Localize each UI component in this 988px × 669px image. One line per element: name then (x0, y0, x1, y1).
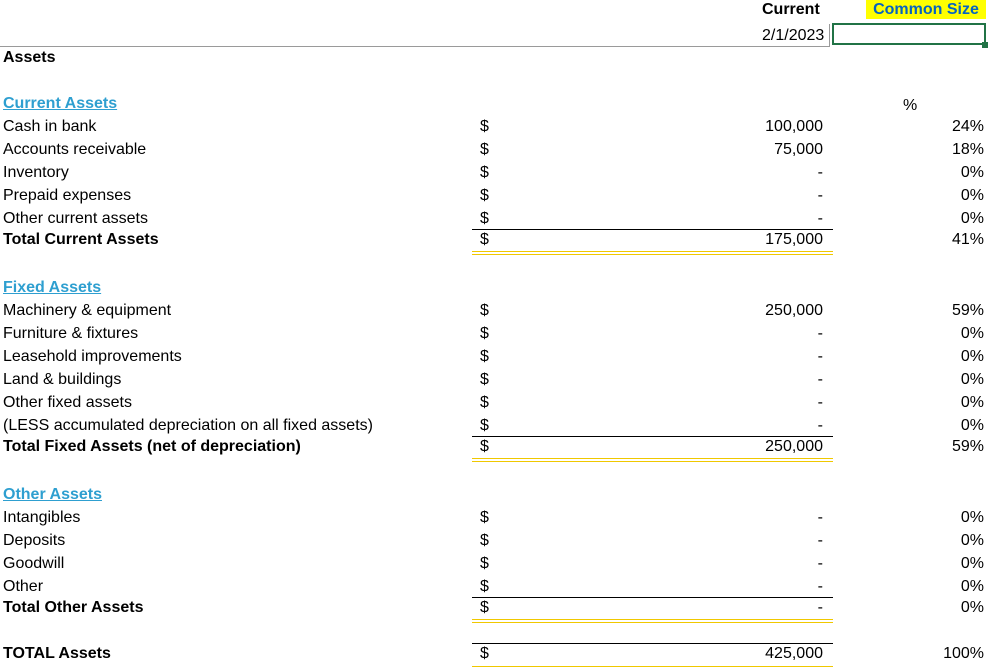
total-percent[interactable]: 59% (952, 437, 984, 457)
currency-symbol[interactable]: $ (480, 393, 489, 413)
row-amount[interactable]: - (818, 163, 823, 183)
grand-total-amount[interactable]: 425,000 (765, 644, 823, 664)
row-amount[interactable]: - (818, 370, 823, 390)
row-amount[interactable]: - (818, 554, 823, 574)
row-percent[interactable]: 0% (961, 416, 984, 436)
column-header-current[interactable]: Current (762, 0, 820, 20)
row-label[interactable]: Intangibles (3, 508, 80, 528)
currency-symbol[interactable]: $ (480, 209, 489, 229)
total-label[interactable]: Total Current Assets (3, 230, 159, 250)
total-top-rule (472, 229, 833, 230)
total-double-rule-2 (472, 622, 833, 623)
total-percent[interactable]: 0% (961, 598, 984, 618)
row-label[interactable]: Other (3, 577, 43, 597)
row-amount[interactable]: - (818, 186, 823, 206)
row-amount[interactable]: 75,000 (774, 140, 823, 160)
row-percent[interactable]: 59% (952, 301, 984, 321)
row-percent[interactable]: 0% (961, 370, 984, 390)
total-double-rule-2 (472, 254, 833, 255)
row-percent[interactable]: 0% (961, 393, 984, 413)
row-label[interactable]: Goodwill (3, 554, 64, 574)
cell-divider (829, 24, 830, 46)
currency-symbol[interactable]: $ (480, 301, 489, 321)
row-label[interactable]: Inventory (3, 163, 69, 183)
row-label[interactable]: Deposits (3, 531, 65, 551)
total-amount[interactable]: 175,000 (765, 230, 823, 250)
currency-symbol[interactable]: $ (480, 163, 489, 183)
total-amount[interactable]: - (818, 598, 823, 618)
row-label[interactable]: Furniture & fixtures (3, 324, 138, 344)
row-amount[interactable]: - (818, 577, 823, 597)
column-header-date[interactable]: 2/1/2023 (762, 26, 824, 46)
row-amount[interactable]: - (818, 324, 823, 344)
total-double-rule-1 (472, 619, 833, 620)
header-divider (0, 46, 830, 47)
row-amount[interactable]: - (818, 416, 823, 436)
row-percent[interactable]: 18% (952, 140, 984, 160)
row-label[interactable]: Land & buildings (3, 370, 121, 390)
row-amount[interactable]: 100,000 (765, 117, 823, 137)
row-label[interactable]: Machinery & equipment (3, 301, 171, 321)
total-amount[interactable]: 250,000 (765, 437, 823, 457)
fill-handle[interactable] (982, 42, 988, 48)
sheet-title[interactable]: Assets (3, 48, 55, 68)
currency-symbol[interactable]: $ (480, 230, 489, 250)
row-percent[interactable]: 0% (961, 554, 984, 574)
row-amount[interactable]: - (818, 508, 823, 528)
currency-symbol[interactable]: $ (480, 644, 489, 664)
section-heading-fixed-assets[interactable]: Fixed Assets (3, 278, 101, 298)
row-percent[interactable]: 0% (961, 186, 984, 206)
selected-cell[interactable] (832, 23, 986, 45)
grand-total-percent[interactable]: 100% (943, 644, 984, 664)
currency-symbol[interactable]: $ (480, 531, 489, 551)
row-label[interactable]: Accounts receivable (3, 140, 146, 160)
currency-symbol[interactable]: $ (480, 140, 489, 160)
section-heading-current-assets[interactable]: Current Assets (3, 94, 117, 114)
currency-symbol[interactable]: $ (480, 577, 489, 597)
currency-symbol[interactable]: $ (480, 598, 489, 618)
grand-total-label[interactable]: TOTAL Assets (3, 644, 111, 664)
currency-symbol[interactable]: $ (480, 186, 489, 206)
row-percent[interactable]: 0% (961, 209, 984, 229)
currency-symbol[interactable]: $ (480, 117, 489, 137)
row-percent[interactable]: 0% (961, 163, 984, 183)
total-label[interactable]: Total Fixed Assets (net of depreciation) (3, 437, 301, 457)
grand-total-top-rule (472, 643, 833, 644)
row-percent[interactable]: 0% (961, 531, 984, 551)
currency-symbol[interactable]: $ (480, 324, 489, 344)
section-heading-other-assets[interactable]: Other Assets (3, 485, 102, 505)
row-percent[interactable]: 0% (961, 508, 984, 528)
currency-symbol[interactable]: $ (480, 416, 489, 436)
row-label[interactable]: Other current assets (3, 209, 148, 229)
currency-symbol[interactable]: $ (480, 508, 489, 528)
row-percent[interactable]: 0% (961, 324, 984, 344)
total-double-rule-2 (472, 461, 833, 462)
row-label[interactable]: (LESS accumulated depreciation on all fi… (3, 416, 373, 436)
currency-symbol[interactable]: $ (480, 437, 489, 457)
total-double-rule-1 (472, 251, 833, 252)
row-label[interactable]: Prepaid expenses (3, 186, 131, 206)
row-amount[interactable]: - (818, 209, 823, 229)
row-label[interactable]: Leasehold improvements (3, 347, 182, 367)
total-top-rule (472, 436, 833, 437)
row-label[interactable]: Cash in bank (3, 117, 96, 137)
grand-total-double-rule (472, 666, 833, 667)
row-label[interactable]: Other fixed assets (3, 393, 132, 413)
row-amount[interactable]: - (818, 531, 823, 551)
total-top-rule (472, 597, 833, 598)
column-header-common-size[interactable]: Common Size (866, 0, 986, 19)
percent-symbol[interactable]: % (903, 96, 917, 116)
row-amount[interactable]: - (818, 347, 823, 367)
total-double-rule-1 (472, 458, 833, 459)
row-percent[interactable]: 0% (961, 577, 984, 597)
row-percent[interactable]: 24% (952, 117, 984, 137)
currency-symbol[interactable]: $ (480, 554, 489, 574)
row-percent[interactable]: 0% (961, 347, 984, 367)
currency-symbol[interactable]: $ (480, 370, 489, 390)
total-label[interactable]: Total Other Assets (3, 598, 143, 618)
row-amount[interactable]: 250,000 (765, 301, 823, 321)
total-percent[interactable]: 41% (952, 230, 984, 250)
row-amount[interactable]: - (818, 393, 823, 413)
currency-symbol[interactable]: $ (480, 347, 489, 367)
